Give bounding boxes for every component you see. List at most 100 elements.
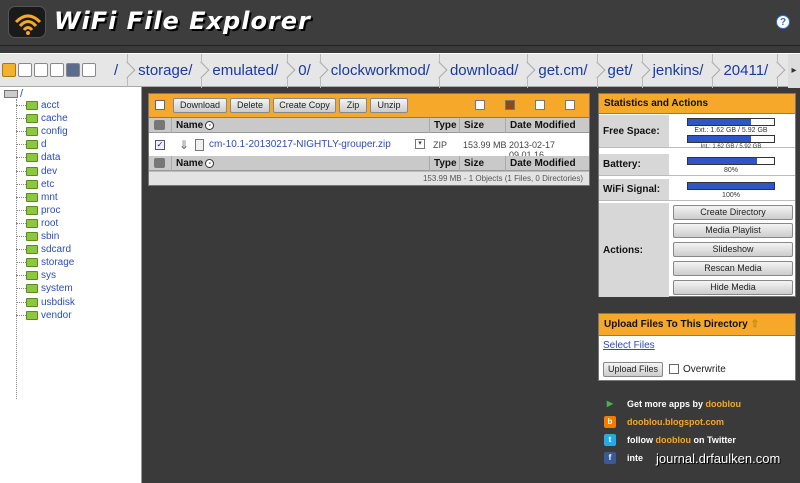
blog-link[interactable]: dooblou.blogspot.com xyxy=(627,417,724,427)
tree-folder-sdcard[interactable]: sdcard xyxy=(16,243,71,256)
breadcrumb-item[interactable]: get/ xyxy=(598,54,643,88)
col-size[interactable]: Size xyxy=(459,156,505,171)
breadcrumb-item[interactable]: jenkins/ xyxy=(643,54,714,88)
tree-connector-stub xyxy=(16,222,26,224)
breadcrumb-item[interactable]: clockworkmod/ xyxy=(321,54,440,88)
tree-folder-label: data xyxy=(41,152,61,164)
col-date[interactable]: Date Modified xyxy=(505,156,589,171)
tree-connector-stub xyxy=(16,249,26,251)
promo-more-apps[interactable]: ▶ Get more apps by dooblou xyxy=(604,398,741,410)
upload-arrow-icon: ⇧ xyxy=(750,319,760,330)
folder-view-icon[interactable] xyxy=(2,63,16,77)
promo-facebook[interactable]: f inte xyxy=(604,452,643,464)
select-files-link[interactable]: Select Files xyxy=(603,340,655,351)
blogger-icon: b xyxy=(604,416,616,428)
col-type[interactable]: Type xyxy=(429,118,459,133)
folder-icon xyxy=(26,218,38,228)
col-size[interactable]: Size xyxy=(459,118,505,133)
table-row[interactable]: ✓ ⇓ cm-10.1-20130217-NIGHTLY-grouper.zip… xyxy=(149,134,589,160)
sort-icon[interactable]: - xyxy=(205,158,215,168)
status-line: 153.99 MB - 1 Objects (1 Files, 0 Direct… xyxy=(149,171,589,185)
video-view-icon[interactable] xyxy=(82,63,96,77)
overwrite-checkbox[interactable] xyxy=(669,364,679,374)
folder-icon xyxy=(26,140,38,150)
breadcrumb: / storage/ emulated/ 0/ clockworkmod/ do… xyxy=(104,54,779,88)
tree-folder-root[interactable]: root xyxy=(16,217,58,230)
tree-folder-acct[interactable]: acct xyxy=(16,99,59,112)
tree-connector-stub xyxy=(16,301,26,303)
breadcrumb-scroll-icon[interactable]: ▸ xyxy=(788,54,800,88)
view-mode-icons xyxy=(475,100,575,110)
tree-folder-dev[interactable]: dev xyxy=(16,165,57,178)
tree-folder-label: sbin xyxy=(41,231,60,242)
tree-folder-sys[interactable]: sys xyxy=(16,269,56,282)
download-button[interactable]: Download xyxy=(173,98,227,113)
breadcrumb-item[interactable]: emulated/ xyxy=(202,54,289,88)
tree-connector-stub xyxy=(16,170,26,172)
col-name[interactable]: Name - xyxy=(171,118,429,133)
tree-connector-stub xyxy=(16,314,26,316)
tree-folder-config[interactable]: config xyxy=(16,125,68,138)
battery-fill xyxy=(688,158,757,164)
tree-connector-stub xyxy=(16,275,26,277)
unzip-button[interactable]: Unzip xyxy=(370,98,408,113)
tree-folder-label: usbdisk xyxy=(41,296,75,308)
tree-folder-system[interactable]: system xyxy=(16,282,73,295)
tree-folder-sbin[interactable]: sbin xyxy=(16,230,59,243)
tree-folder-etc[interactable]: etc xyxy=(16,178,54,191)
tree-folder-data[interactable]: data xyxy=(16,151,60,164)
media-playlist-button[interactable]: Media Playlist xyxy=(673,223,793,238)
row-menu-dropdown-icon[interactable]: ▾ xyxy=(415,139,425,149)
tree-folder-d[interactable]: d xyxy=(16,138,47,151)
create-copy-button[interactable]: Create Copy xyxy=(273,98,336,113)
breadcrumb-item[interactable]: 0/ xyxy=(288,54,321,88)
tree-folder-proc[interactable]: proc xyxy=(16,204,60,217)
download-arrow-icon[interactable]: ⇓ xyxy=(179,138,189,152)
col-date[interactable]: Date Modified xyxy=(505,118,589,133)
camera-view-icon[interactable] xyxy=(66,63,80,77)
ext-storage-label: Ext.: 1.62 GB / 5.92 GB xyxy=(694,127,768,134)
document-view-icon-2[interactable] xyxy=(34,63,48,77)
battery-text: 80% xyxy=(723,167,738,174)
int-storage-label: Int.: 1.62 GB / 5.92 GB xyxy=(700,144,762,150)
breadcrumb-item[interactable]: 20411/ xyxy=(713,54,779,88)
breadcrumb-item[interactable]: download/ xyxy=(440,54,529,88)
create-directory-button[interactable]: Create Directory xyxy=(673,205,793,220)
wifi-bar xyxy=(687,182,775,190)
rescan-media-button[interactable]: Rescan Media xyxy=(673,261,793,276)
tree-folder-mnt[interactable]: mnt xyxy=(16,191,58,204)
copy-icon[interactable] xyxy=(535,100,545,110)
new-folder-icon[interactable] xyxy=(475,100,485,110)
zip-button[interactable]: Zip xyxy=(339,98,367,113)
breadcrumb-item[interactable]: storage/ xyxy=(128,54,203,88)
row-checkbox[interactable]: ✓ xyxy=(155,140,165,150)
grid-view-icon[interactable] xyxy=(565,100,575,110)
select-all-checkbox[interactable] xyxy=(155,100,165,110)
sort-icon[interactable]: - xyxy=(205,120,215,130)
delete-button[interactable]: Delete xyxy=(230,98,270,113)
col-name-label: Name xyxy=(176,158,204,169)
battery-bar xyxy=(687,157,775,165)
folder-icon xyxy=(26,166,38,176)
col-name[interactable]: Name - xyxy=(171,156,429,171)
breadcrumb-item[interactable]: / xyxy=(104,54,129,88)
wifi-fill xyxy=(688,183,774,189)
breadcrumb-item[interactable]: get.cm/ xyxy=(528,54,598,88)
tree-folder-usbdisk[interactable]: usbdisk xyxy=(16,296,75,309)
music-view-icon[interactable] xyxy=(50,63,64,77)
tree-folder-vendor[interactable]: vendor xyxy=(16,309,72,322)
tree-connector-stub xyxy=(16,157,26,159)
tree-folder-cache[interactable]: cache xyxy=(16,112,68,125)
help-icon[interactable]: ? xyxy=(776,15,790,29)
promo-twitter[interactable]: t follow dooblou on Twitter xyxy=(604,434,736,446)
upload-files-button[interactable]: Upload Files xyxy=(603,362,663,377)
col-type[interactable]: Type xyxy=(429,156,459,171)
stop-icon[interactable] xyxy=(505,100,515,110)
battery-row: Battery: 80% xyxy=(599,154,795,176)
promo-blog[interactable]: b dooblou.blogspot.com xyxy=(604,416,724,428)
document-view-icon[interactable] xyxy=(18,63,32,77)
slideshow-button[interactable]: Slideshow xyxy=(673,242,793,257)
file-name-link[interactable]: cm-10.1-20130217-NIGHTLY-grouper.zip xyxy=(209,139,391,150)
hide-media-button[interactable]: Hide Media xyxy=(673,280,793,295)
tree-folder-storage[interactable]: storage xyxy=(16,256,74,269)
